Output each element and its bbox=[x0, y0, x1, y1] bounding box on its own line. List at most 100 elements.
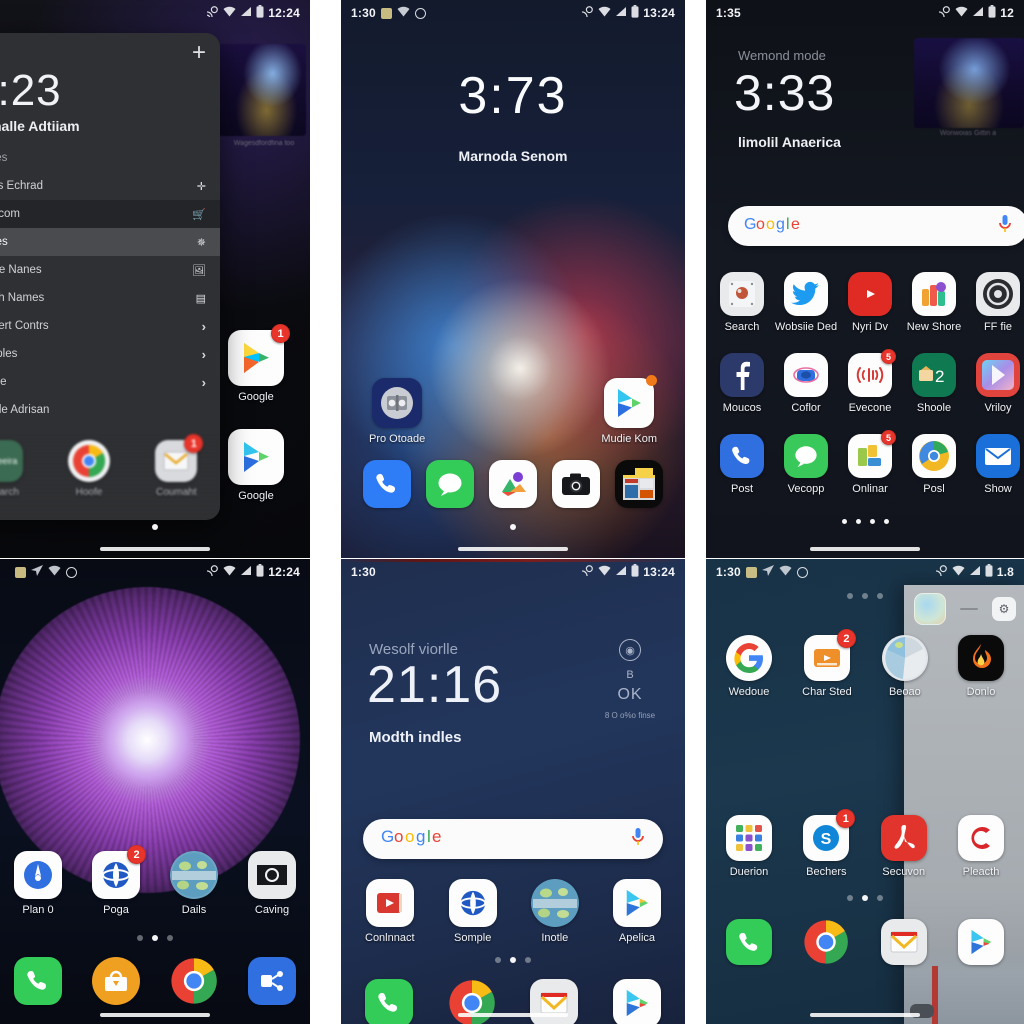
acrobat-icon[interactable] bbox=[880, 815, 927, 861]
messages-icon[interactable] bbox=[426, 460, 474, 508]
app-icon[interactable]: Post bbox=[720, 434, 764, 495]
app-icon[interactable]: Donlo bbox=[958, 635, 1004, 698]
app-grid-icon[interactable] bbox=[726, 815, 772, 861]
menu-item[interactable]: Boople Adrisan bbox=[0, 396, 220, 424]
app-icon[interactable]: Plan 0 bbox=[14, 851, 62, 916]
gear-icon[interactable]: ⚙ bbox=[992, 597, 1016, 621]
messages-icon[interactable] bbox=[784, 434, 828, 478]
menu-item[interactable]: Lauos Echrad ✛ bbox=[0, 172, 220, 200]
app-icon[interactable]: Nyri Dv bbox=[848, 272, 892, 333]
app-icon[interactable]: Duerion bbox=[726, 815, 772, 878]
chrome-icon[interactable] bbox=[67, 440, 110, 482]
menu-item[interactable]: Gurple › bbox=[0, 368, 220, 396]
play-store-icon[interactable] bbox=[612, 879, 661, 927]
page-dot[interactable] bbox=[841, 519, 847, 524]
store-icon[interactable] bbox=[92, 957, 140, 1005]
phone-icon[interactable] bbox=[363, 460, 411, 508]
app-icon[interactable]: Show bbox=[976, 434, 1020, 495]
app-icon[interactable]: Vriloy bbox=[976, 353, 1020, 414]
app-icon[interactable]: Wedoue bbox=[726, 635, 772, 698]
add-icon[interactable]: + bbox=[192, 41, 206, 65]
app-icon[interactable]: Coflor bbox=[784, 353, 828, 414]
app-icon[interactable]: Vecopp bbox=[784, 434, 828, 495]
app-icon[interactable]: S 1 Bechers bbox=[803, 809, 856, 878]
page-dot[interactable] bbox=[152, 935, 158, 941]
maps-icon[interactable] bbox=[881, 635, 928, 681]
app-icon[interactable]: 2 Shoole bbox=[912, 353, 956, 414]
menu-item[interactable]: Marhert Contrs › bbox=[0, 312, 220, 340]
play-store-icon[interactable] bbox=[612, 979, 661, 1024]
globe-icon[interactable]: 2 bbox=[92, 845, 146, 899]
app-icon[interactable]: Pleacth bbox=[957, 815, 1004, 878]
camera-icon[interactable] bbox=[552, 460, 600, 508]
google-search-bar[interactable]: Google bbox=[363, 819, 663, 859]
skype-icon[interactable]: S 1 bbox=[803, 809, 856, 861]
app-icon[interactable]: 5 Evecone bbox=[848, 349, 896, 414]
facebook-icon[interactable] bbox=[720, 353, 764, 397]
camera-outline-icon[interactable] bbox=[784, 353, 828, 397]
menu-item-selected[interactable]: Honles ✵ bbox=[0, 228, 220, 256]
app-icon[interactable]: Hoofe bbox=[67, 440, 110, 498]
app-icon[interactable]: New Shore bbox=[907, 272, 961, 333]
phone-icon[interactable] bbox=[726, 919, 772, 965]
page-dot[interactable] bbox=[847, 593, 853, 599]
page-dot[interactable] bbox=[510, 524, 516, 530]
gallery-icon[interactable] bbox=[248, 851, 296, 899]
page-dot[interactable] bbox=[167, 935, 173, 941]
page-dot[interactable] bbox=[883, 519, 889, 524]
home-pill[interactable] bbox=[100, 1013, 210, 1017]
earth-icon[interactable] bbox=[170, 851, 218, 899]
app-icon[interactable]: Mudie Kom bbox=[601, 375, 658, 445]
pro-create-icon[interactable] bbox=[372, 378, 423, 428]
page-dot[interactable] bbox=[137, 935, 143, 941]
widget-thumbnail[interactable] bbox=[218, 44, 306, 136]
green-app-icon[interactable]: Cheeira bbox=[0, 440, 23, 482]
page-dot[interactable] bbox=[855, 519, 861, 524]
play-store-icon[interactable] bbox=[228, 429, 284, 485]
home-pill[interactable] bbox=[810, 547, 920, 551]
app-icon[interactable]: Moucos bbox=[720, 353, 764, 414]
twitter-icon[interactable] bbox=[784, 272, 828, 316]
page-dot[interactable] bbox=[495, 957, 501, 963]
play-store-icon[interactable]: 1 bbox=[228, 324, 290, 386]
phone-icon[interactable] bbox=[14, 957, 62, 1005]
chrome-icon[interactable] bbox=[448, 979, 496, 1024]
menu-item[interactable]: Baech Names ▤ bbox=[0, 284, 220, 312]
menu-item[interactable]: ulliascom 🛒 bbox=[0, 200, 220, 228]
app-icon[interactable]: 1 Coumaht bbox=[155, 434, 204, 498]
globe-icon[interactable] bbox=[448, 879, 497, 927]
page-dot[interactable] bbox=[152, 524, 158, 530]
video-orange-icon[interactable]: 2 bbox=[803, 629, 856, 681]
page-dot[interactable] bbox=[510, 957, 516, 963]
google-g-icon[interactable] bbox=[726, 635, 772, 681]
signal-wave-icon[interactable]: 5 bbox=[848, 349, 896, 397]
mail-icon[interactable] bbox=[976, 434, 1020, 478]
app-icon[interactable]: Posl bbox=[912, 434, 956, 495]
google-search-bar[interactable]: Google bbox=[728, 206, 1024, 246]
app-icon[interactable]: 5 Onlinar bbox=[848, 430, 896, 495]
share-icon[interactable] bbox=[248, 957, 296, 1005]
home-pill[interactable] bbox=[458, 547, 568, 551]
home-pill[interactable] bbox=[458, 1013, 568, 1017]
play-store-icon[interactable] bbox=[957, 919, 1004, 965]
search-photo-icon[interactable] bbox=[720, 272, 764, 316]
colors-icon[interactable] bbox=[912, 272, 956, 316]
app-icon[interactable]: Inotle bbox=[530, 879, 579, 944]
app-icon[interactable]: Google bbox=[228, 429, 284, 502]
app-icon[interactable]: Wobsiie Ded bbox=[775, 272, 837, 333]
photos-icon[interactable] bbox=[489, 460, 537, 508]
weather-side-widget[interactable]: ◉ B OK 8 O o%o finse bbox=[599, 639, 661, 722]
app-icon[interactable]: Cheeira Emarch bbox=[0, 440, 23, 498]
earth-icon[interactable] bbox=[530, 879, 579, 927]
phone-icon[interactable] bbox=[365, 979, 413, 1024]
page-dot[interactable] bbox=[862, 895, 868, 901]
news-icon[interactable] bbox=[615, 460, 663, 508]
app-icon[interactable]: 1 Google bbox=[228, 324, 290, 403]
widget-thumbnail[interactable] bbox=[914, 38, 1024, 128]
app-icon[interactable]: Conlnnact bbox=[365, 879, 415, 944]
app-icon[interactable]: Search bbox=[720, 272, 764, 333]
app-icon[interactable]: Somple bbox=[448, 879, 497, 944]
school-icon[interactable]: 2 bbox=[912, 353, 956, 397]
menu-item[interactable]: tichaples › bbox=[0, 340, 220, 368]
app-icon[interactable]: FF fie bbox=[976, 272, 1020, 333]
